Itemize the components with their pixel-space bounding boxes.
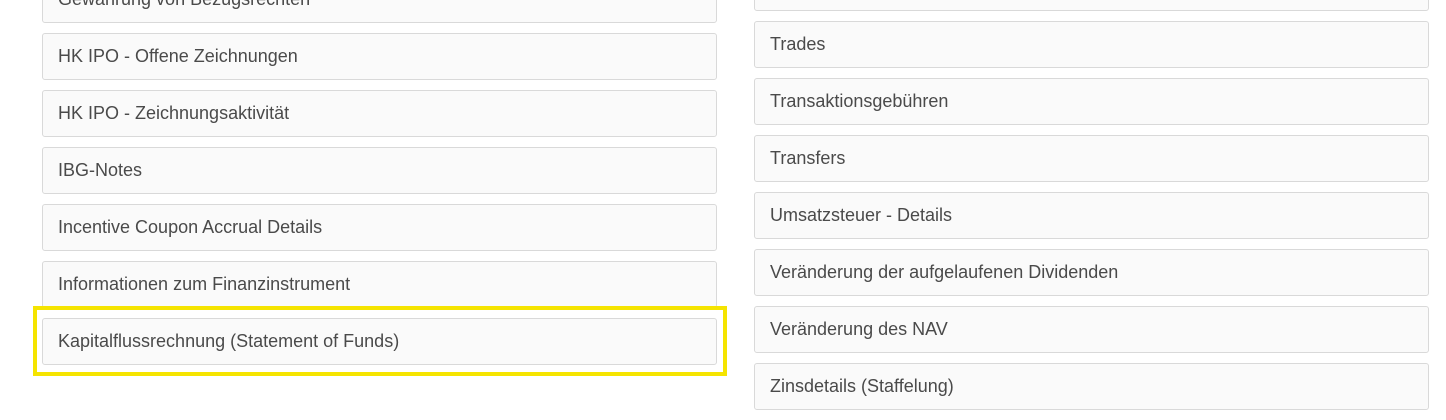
report-item-label: Transaktionsgebühren [770, 91, 949, 111]
report-item-label: Umsatzsteuer - Details [770, 205, 953, 225]
report-item-trades[interactable]: Trades [754, 21, 1429, 68]
report-item-cut-off[interactable] [754, 0, 1429, 11]
report-item-label: Transfers [770, 148, 846, 168]
report-item-label: Trades [770, 34, 826, 54]
report-item-transfers[interactable]: Transfers [754, 135, 1429, 182]
report-item-label: Zinsdetails (Staffelung) [770, 376, 954, 396]
report-item-veraenderung-dividenden[interactable]: Veränderung der aufgelaufenen Dividenden [754, 249, 1429, 296]
report-item-umsatzsteuer-details[interactable]: Umsatzsteuer - Details [754, 192, 1429, 239]
report-item-zinsdetails[interactable]: Zinsdetails (Staffelung) [754, 363, 1429, 410]
report-item-veraenderung-nav[interactable]: Veränderung des NAV [754, 306, 1429, 353]
report-item-label: Veränderung des NAV [770, 319, 948, 339]
report-item-transaktionsgebuehren[interactable]: Transaktionsgebühren [754, 78, 1429, 125]
report-list-page: Gewährung von Bezugsrechten HK IPO - Off… [0, 0, 1446, 420]
report-item-label: Veränderung der aufgelaufenen Dividenden [770, 262, 1119, 282]
right-report-column: Trades Transaktionsgebühren Transfers Um… [0, 0, 1446, 420]
